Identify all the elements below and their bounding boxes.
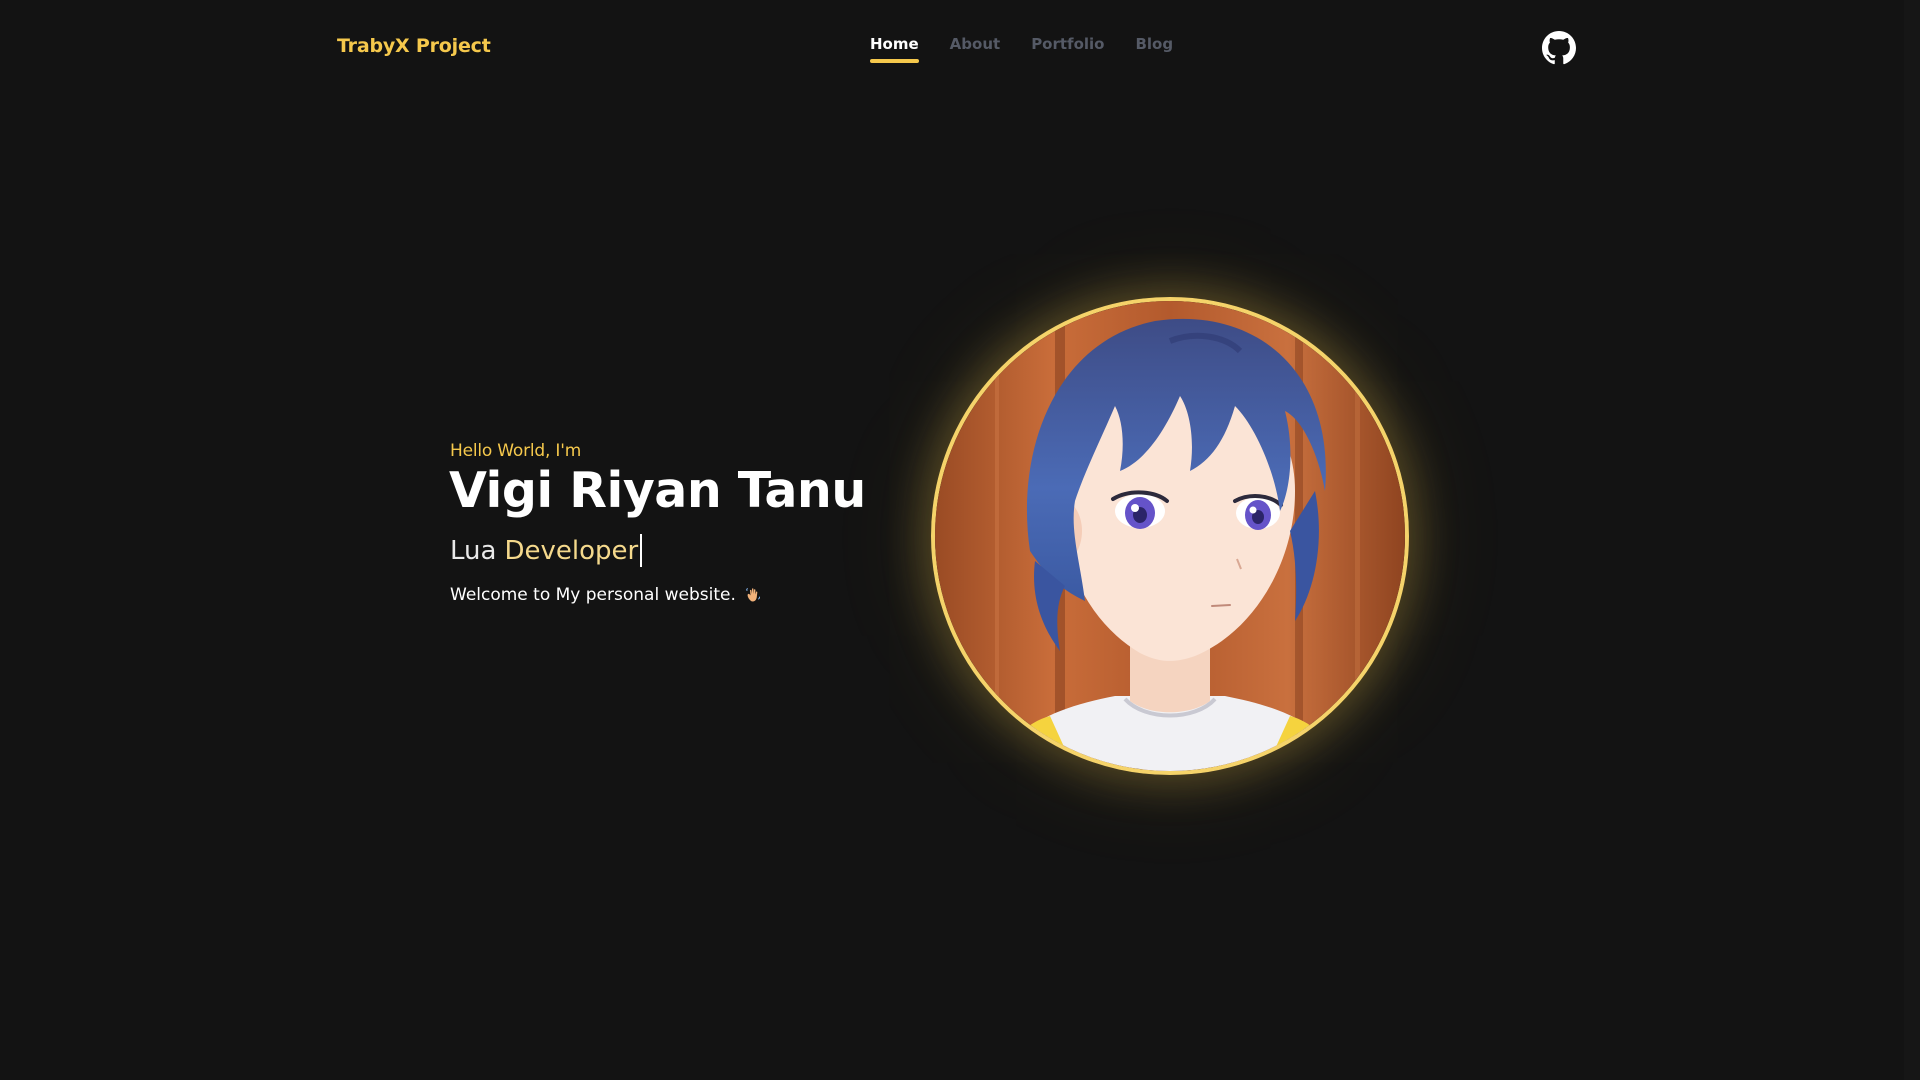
nav-link-blog-label: Blog <box>1135 35 1174 53</box>
hero-name: Vigi Riyan Tanu <box>449 462 866 519</box>
profile-avatar <box>931 297 1409 775</box>
hero-welcome: Welcome to My personal website. <box>450 585 762 605</box>
nav-link-home[interactable]: Home <box>870 35 919 63</box>
hero-role: Lua Developer <box>450 534 643 567</box>
main-nav: Home About Portfolio Blog <box>870 35 1173 63</box>
role-highlight: Developer <box>504 535 639 566</box>
hero-greeting: Hello World, I'm <box>450 441 582 461</box>
site-header: TrabyX Project Home About Portfolio Blog <box>0 0 1920 96</box>
nav-link-about[interactable]: About <box>950 35 1001 53</box>
avatar-anime-portrait <box>935 301 1405 771</box>
nav-link-portfolio[interactable]: Portfolio <box>1031 35 1104 53</box>
nav-link-about-label: About <box>949 35 1001 53</box>
github-icon[interactable] <box>1542 31 1576 65</box>
welcome-text: Welcome to My personal website. <box>450 585 736 605</box>
nav-link-blog[interactable]: Blog <box>1135 35 1173 53</box>
brand-logo-link[interactable]: TrabyX Project <box>337 35 491 57</box>
typing-cursor <box>640 534 643 567</box>
role-prefix: Lua <box>450 535 497 566</box>
page-scrollbar[interactable] <box>1904 0 1920 1080</box>
nav-link-portfolio-label: Portfolio <box>1031 35 1105 53</box>
waving-hand-icon <box>744 586 762 604</box>
active-nav-indicator <box>870 59 919 63</box>
nav-link-home-label: Home <box>870 35 919 53</box>
